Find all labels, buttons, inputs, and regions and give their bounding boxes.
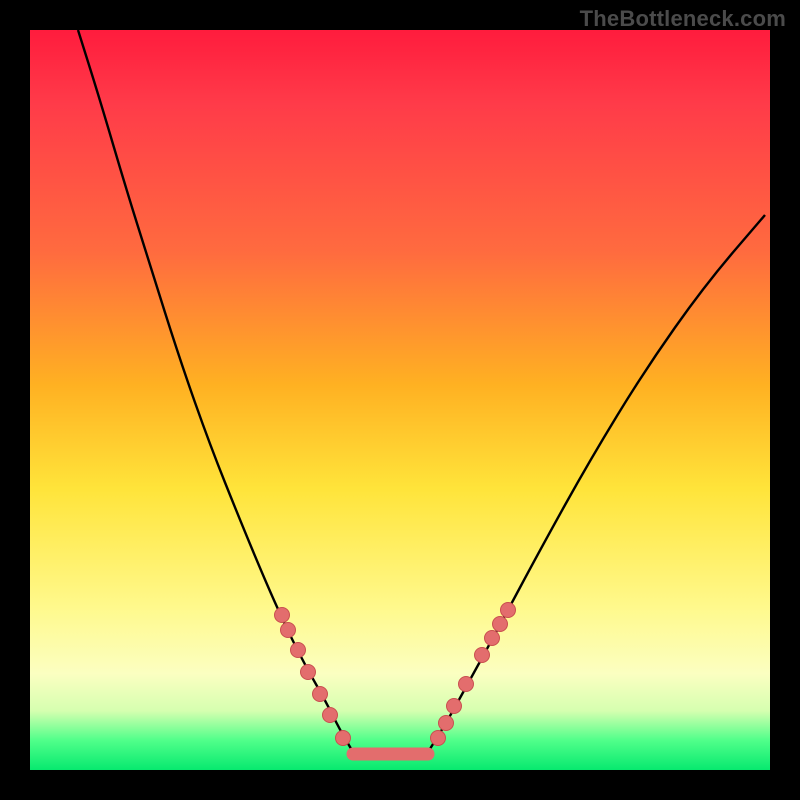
data-point-marker bbox=[281, 623, 296, 638]
data-point-marker bbox=[501, 603, 516, 618]
data-point-marker bbox=[336, 731, 351, 746]
data-point-marker bbox=[485, 631, 500, 646]
data-point-marker bbox=[323, 708, 338, 723]
data-point-marker bbox=[447, 699, 462, 714]
data-point-marker bbox=[313, 687, 328, 702]
bottleneck-curve bbox=[30, 30, 770, 770]
data-point-marker bbox=[475, 648, 490, 663]
data-point-marker bbox=[291, 643, 306, 658]
frame: TheBottleneck.com bbox=[0, 0, 800, 800]
watermark-text: TheBottleneck.com bbox=[580, 6, 786, 32]
data-point-marker bbox=[275, 608, 290, 623]
left-markers bbox=[275, 608, 351, 746]
data-point-marker bbox=[431, 731, 446, 746]
data-point-marker bbox=[439, 716, 454, 731]
left-branch bbox=[78, 30, 353, 752]
data-point-marker bbox=[493, 617, 508, 632]
plot-area bbox=[30, 30, 770, 770]
data-point-marker bbox=[459, 677, 474, 692]
data-point-marker bbox=[301, 665, 316, 680]
right-branch bbox=[428, 215, 765, 752]
